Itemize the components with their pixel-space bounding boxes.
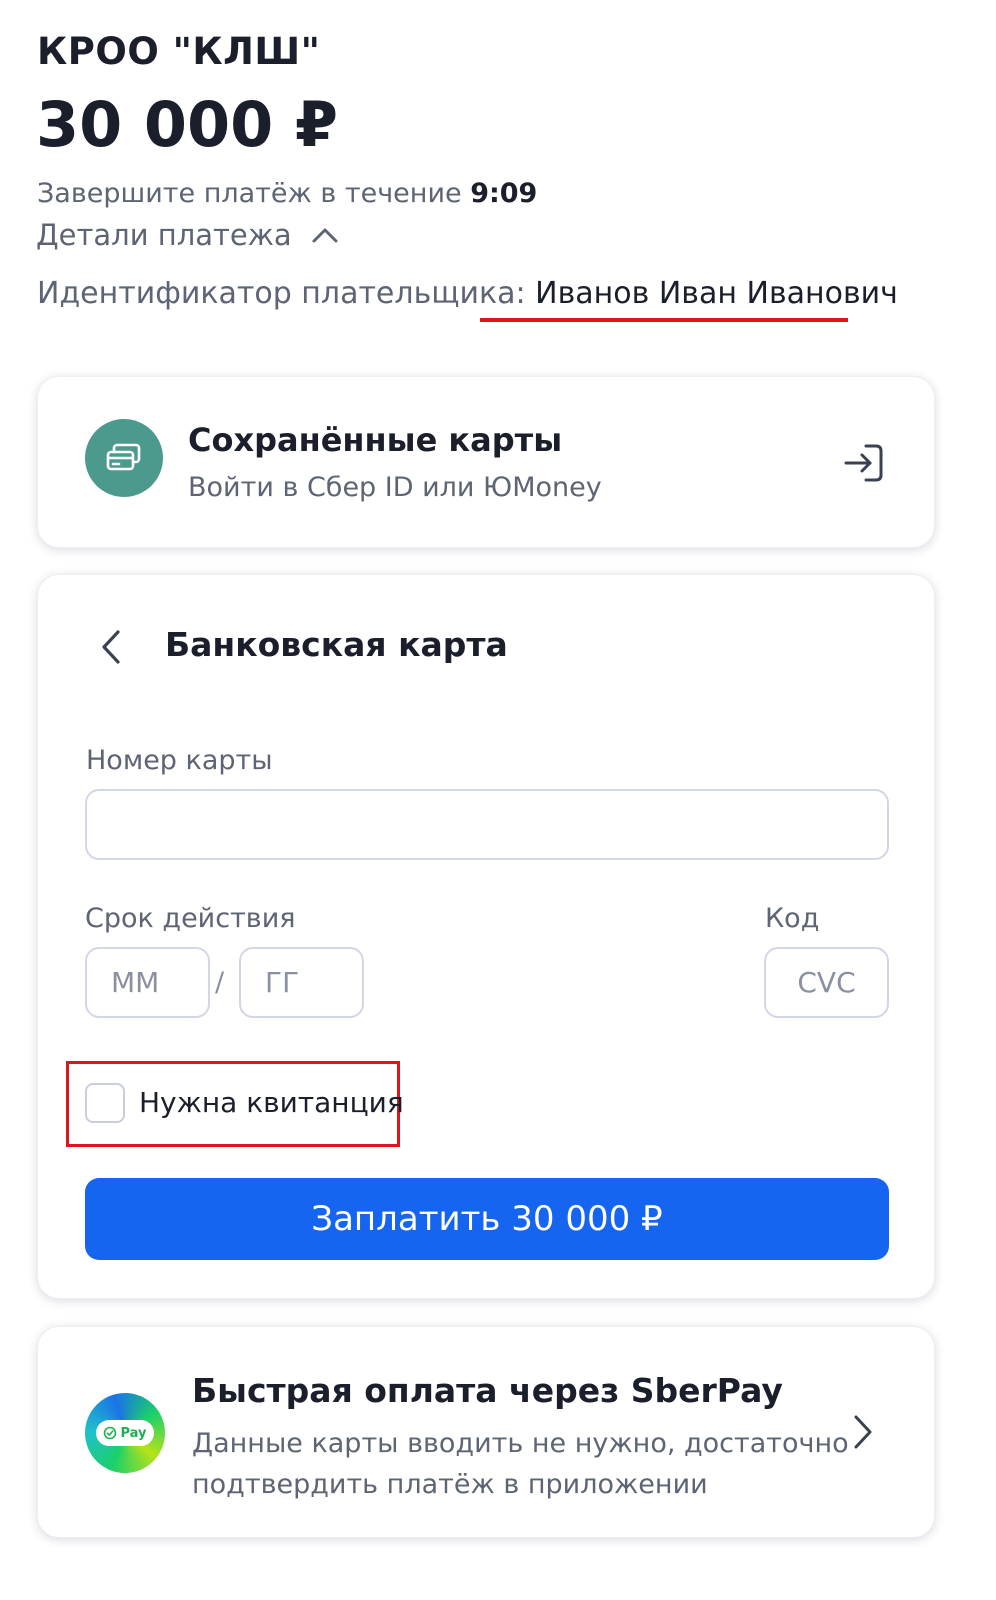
card-number-input[interactable] [85, 789, 889, 860]
login-icon[interactable] [842, 441, 886, 485]
chevron-left-icon[interactable] [96, 627, 126, 667]
merchant-name: КРОО "КЛШ" [37, 30, 321, 73]
card-number-label: Номер карты [86, 745, 273, 776]
bank-card-panel: Банковская карта Номер карты Срок действ… [37, 574, 935, 1299]
annotation-underline [480, 318, 848, 322]
sberpay-panel[interactable]: Pay Быстрая оплата через SberPay Данные … [37, 1326, 935, 1538]
expiry-label: Срок действия [85, 903, 296, 934]
receipt-checkbox[interactable] [85, 1083, 125, 1123]
chevron-up-icon [312, 228, 338, 243]
payment-timer: Завершите платёж в течение 9:09 [37, 178, 537, 209]
check-circle-icon [104, 1426, 117, 1440]
cards-icon [106, 443, 141, 471]
payer-value: Иванов Иван Иванович [535, 276, 898, 311]
sberpay-title: Быстрая оплата через SberPay [192, 1371, 783, 1410]
payment-details-label: Детали платежа [36, 218, 292, 252]
chevron-right-icon [854, 1415, 872, 1449]
expiry-separator: / [215, 967, 225, 998]
saved-cards-subtitle: Войти в Сбер ID или ЮMoney [188, 472, 602, 503]
pay-button[interactable]: Заплатить 30 000 ₽ [85, 1178, 889, 1260]
expiry-year-input[interactable] [239, 947, 364, 1018]
expiry-month-input[interactable] [85, 947, 210, 1018]
code-label: Код [765, 903, 820, 934]
sberpay-pill: Pay [96, 1420, 154, 1446]
timer-value: 9:09 [470, 178, 538, 209]
payer-identifier: Идентификатор плательщика: Иванов Иван И… [37, 276, 898, 311]
payment-amount: 30 000 ₽ [36, 88, 339, 161]
saved-cards-panel[interactable]: Сохранённые карты Войти в Сбер ID или ЮM… [37, 376, 935, 548]
sberpay-logo: Pay [85, 1393, 165, 1473]
cvc-input[interactable] [764, 947, 889, 1018]
sberpay-description: Данные карты вводить не нужно, достаточн… [192, 1428, 849, 1500]
sberpay-logo-text: Pay [120, 1425, 147, 1441]
saved-cards-title: Сохранённые карты [188, 421, 563, 459]
payment-details-toggle[interactable]: Детали платежа [36, 218, 340, 252]
timer-prefix: Завершите платёж в течение [37, 178, 471, 209]
bank-card-title: Банковская карта [165, 625, 508, 664]
payer-label: Идентификатор плательщика: [37, 276, 536, 311]
receipt-label[interactable]: Нужна квитанция [139, 1086, 404, 1119]
saved-cards-icon-badge [85, 419, 163, 497]
